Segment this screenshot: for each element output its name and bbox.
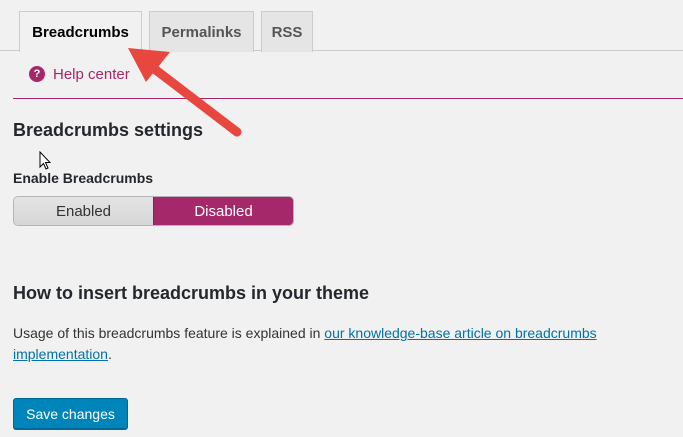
toggle-option-disabled[interactable]: Disabled <box>153 197 293 225</box>
help-center-toggle[interactable]: ? Help center ▼ <box>29 63 150 85</box>
mouse-cursor-icon <box>39 151 52 170</box>
description-end: . <box>107 346 112 362</box>
save-changes-button[interactable]: Save changes <box>13 398 128 429</box>
enable-breadcrumbs-label: Enable Breadcrumbs <box>13 170 154 186</box>
tab-rss[interactable]: RSS <box>261 11 313 52</box>
section-title-insert: How to insert breadcrumbs in your theme <box>13 283 370 303</box>
section-title-settings: Breadcrumbs settings <box>13 120 204 140</box>
divider <box>13 98 683 99</box>
tab-permalinks[interactable]: Permalinks <box>149 11 254 52</box>
question-circle-icon: ? <box>29 66 45 82</box>
chevron-down-icon: ▼ <box>139 68 150 80</box>
insert-description: Usage of this breadcrumbs feature is exp… <box>13 323 663 365</box>
description-text: Usage of this breadcrumbs feature is exp… <box>13 325 325 341</box>
help-center-label: Help center <box>53 65 130 83</box>
enable-breadcrumbs-toggle: Enabled Disabled <box>13 196 294 226</box>
toggle-option-enabled[interactable]: Enabled <box>14 197 153 225</box>
settings-tabs: Breadcrumbs Permalinks RSS <box>0 0 683 52</box>
tab-breadcrumbs[interactable]: Breadcrumbs <box>19 11 142 52</box>
